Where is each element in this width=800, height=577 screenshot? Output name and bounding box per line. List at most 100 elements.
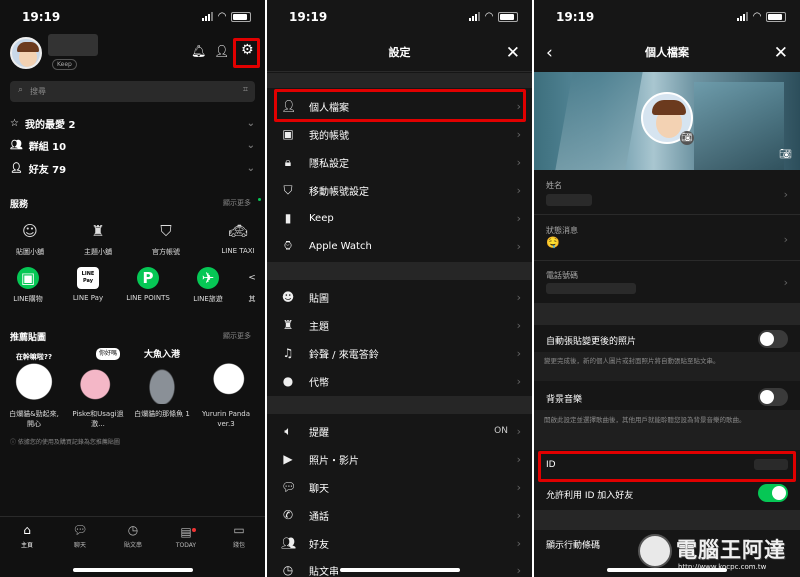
close-icon[interactable]: ✕	[506, 34, 520, 72]
service-label: 主題小舖	[84, 248, 112, 256]
settings-item-timeline[interactable]: ◷ 貼文串 ›	[267, 556, 532, 577]
line-pay-logo-text: LINE Pay	[81, 271, 95, 284]
settings-item-coins[interactable]: ● 代幣 ›	[267, 367, 532, 395]
camera-icon[interactable]: 📷︎	[779, 149, 792, 160]
settings-item-friends[interactable]: 👥︎ 好友 ›	[267, 529, 532, 557]
settings-item-keep[interactable]: ▮ Keep ›	[267, 204, 532, 232]
news-icon: ▤	[180, 525, 192, 539]
sticker-title: Yururin Panda ver.3	[201, 410, 251, 428]
speaker-icon: 🔈︎	[284, 423, 292, 438]
service-more[interactable]: < 其	[232, 267, 265, 304]
chevron-down-icon: ⌄	[246, 162, 255, 174]
stickers-show-more[interactable]: 顯示更多	[223, 331, 251, 341]
phone-number-label: 電話號碼	[546, 271, 578, 280]
name-label: 姓名	[546, 181, 562, 190]
service-sticker-shop[interactable]: ☺ 貼圖小舖	[2, 220, 58, 257]
sticker-title: 白爛貓的那條魚 1	[134, 410, 190, 418]
friends-row[interactable]: 👤︎ 好友 79 ⌄	[10, 157, 255, 179]
service-label: LINE購物	[13, 295, 43, 303]
service-line-taxi[interactable]: 🚕︎ LINE TAXI	[210, 220, 265, 255]
show-more-link[interactable]: 顯示更多	[223, 198, 251, 208]
close-icon[interactable]: ✕	[774, 34, 788, 72]
status-message-field[interactable]: 狀態消息 ›	[546, 225, 788, 259]
service-theme-shop[interactable]: ♜ 主題小舖	[70, 220, 126, 257]
sticker-item[interactable]: Yururin Panda ver.3	[198, 348, 254, 429]
settings-item-privacy[interactable]: 🔒︎ 隱私設定 ›	[267, 148, 532, 176]
id-highlight-box	[538, 451, 796, 482]
service-label: 貼圖小舖	[16, 248, 44, 256]
show-qr-label[interactable]: 顯示行動條碼	[546, 538, 600, 551]
home-indicator	[607, 568, 727, 572]
groups-label: 群組 10	[28, 141, 67, 153]
shopping-bag-icon: ▣	[17, 267, 39, 289]
settings-item-apple-watch[interactable]: ⌚︎ Apple Watch ›	[267, 232, 532, 260]
smiley-icon: ☻	[281, 290, 295, 304]
avatar[interactable]	[10, 37, 42, 69]
settings-item-stickers[interactable]: ☻ 貼圖 ›	[267, 283, 532, 311]
settings-item-label: 主題	[309, 321, 329, 333]
chevron-right-icon: ›	[516, 155, 521, 169]
auto-post-toggle[interactable]	[758, 330, 788, 348]
service-line-points[interactable]: P LINE POINTS	[120, 267, 176, 302]
chevron-right-icon: ›	[516, 480, 521, 494]
more-icon: <	[248, 273, 256, 283]
add-friend-icon[interactable]: 👤︎	[214, 44, 229, 58]
line-pay-logo-icon: LINE Pay	[77, 267, 99, 289]
favorites-row[interactable]: ☆ 我的最愛 2 ⌄	[10, 112, 255, 134]
settings-item-label: 好友	[309, 539, 329, 551]
service-line-travel[interactable]: ✈ LINE旅遊	[180, 267, 236, 304]
status-bar: 19:19 ◠	[0, 0, 265, 32]
today-new-dot	[192, 528, 196, 532]
status-bar: 19:19 ◠	[534, 0, 800, 32]
sticker-item[interactable]: 在幹嘛啦?? 白爛貓&勁起來,開心	[6, 348, 62, 429]
tab-wallet[interactable]: ▭ 錢包	[221, 523, 257, 549]
tab-timeline[interactable]: ◷ 貼文串	[115, 523, 151, 549]
keep-badge[interactable]: Keep	[52, 59, 77, 70]
sticker-item[interactable]: 你好嗎 Piske和Usagi過激...	[70, 348, 126, 429]
settings-item-notifications[interactable]: 🔈︎ 提醒 ON ›	[267, 417, 532, 445]
service-line-shopping[interactable]: ▣ LINE購物	[0, 267, 56, 304]
groups-row[interactable]: 👥︎ 群組 10 ⌄	[10, 134, 255, 156]
scan-icon[interactable]: ⌗	[243, 85, 248, 95]
search-icon: ⌕	[18, 85, 24, 95]
avatar-camera-icon[interactable]: 📷︎	[680, 131, 694, 145]
settings-item-calls[interactable]: ✆ 通話 ›	[267, 501, 532, 529]
search-bar[interactable]: ⌕ 搜尋 ⌗	[10, 81, 255, 102]
tab-label: 貼文串	[123, 542, 142, 549]
name-value-blurred	[546, 194, 592, 206]
settings-item-label: 貼文串	[309, 566, 339, 577]
status-time: 19:19	[289, 10, 328, 24]
settings-item-label: Apple Watch	[309, 240, 372, 252]
sticker-image: 你好嗎	[70, 348, 126, 404]
id-card-icon: ▣	[282, 127, 294, 141]
service-official-accounts[interactable]: ⛉ 官方帳號	[138, 220, 194, 257]
settings-item-account[interactable]: ▣ 我的帳號 ›	[267, 120, 532, 148]
sticker-image: 大魚入港	[134, 348, 190, 404]
new-dot	[258, 198, 261, 201]
settings-item-ringtones[interactable]: ♫ 鈴聲 / 來電答鈴 ›	[267, 339, 532, 367]
tab-today[interactable]: ▤ TODAY	[168, 525, 204, 549]
sticker-image	[198, 348, 254, 404]
sticker-caption: 在幹嘛啦??	[15, 353, 53, 361]
sticker-title: 白爛貓&勁起來,開心	[9, 410, 59, 428]
sticker-item[interactable]: 大魚入港 白爛貓的那條魚 1	[134, 348, 190, 419]
service-line-pay[interactable]: LINE Pay LINE Pay	[60, 267, 116, 302]
settings-item-account-transfer[interactable]: ⛉ 移動帳號設定 ›	[267, 176, 532, 204]
settings-item-label: 照片・影片	[309, 455, 359, 467]
settings-item-themes[interactable]: ♜ 主題 ›	[267, 311, 532, 339]
music-note-icon: ♫	[282, 346, 294, 360]
settings-item-label: 移動帳號設定	[309, 186, 369, 198]
tab-chats[interactable]: 💬︎ 聊天	[62, 523, 98, 549]
allow-id-toggle[interactable]	[758, 484, 788, 502]
bgm-toggle[interactable]	[758, 388, 788, 406]
tab-home[interactable]: ⌂ 主頁	[9, 523, 45, 549]
settings-item-label: 通話	[309, 511, 329, 523]
bell-icon[interactable]: 🔔︎	[191, 44, 206, 58]
status-icons: ◠	[737, 11, 786, 22]
settings-item-label: 聊天	[309, 483, 329, 495]
service-label: 其	[248, 295, 256, 303]
settings-item-photos-videos[interactable]: ▶ 照片・影片 ›	[267, 445, 532, 473]
settings-item-chats[interactable]: 💬︎ 聊天 ›	[267, 473, 532, 501]
phone-value-blurred	[546, 283, 636, 294]
back-icon[interactable]: ‹	[546, 34, 553, 72]
